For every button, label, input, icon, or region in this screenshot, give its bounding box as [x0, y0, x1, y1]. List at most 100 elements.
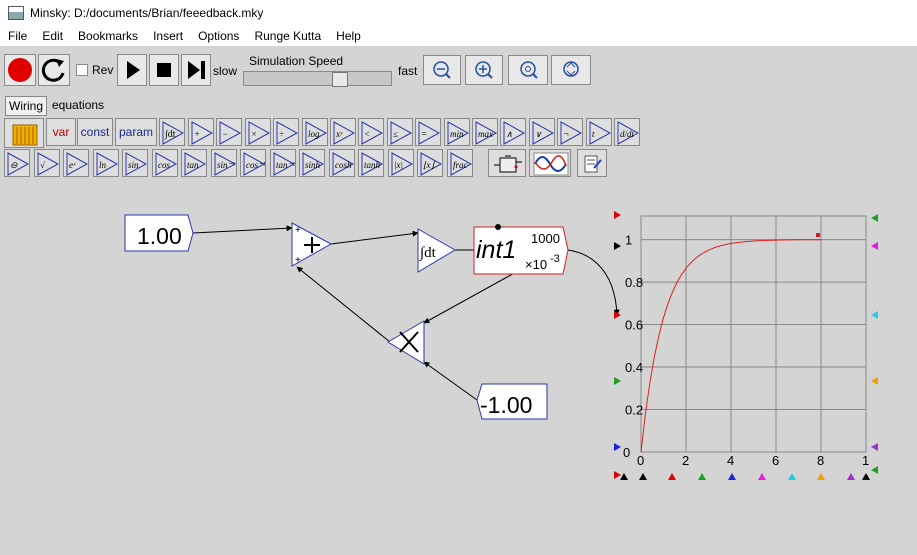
plot-port[interactable]: [614, 471, 621, 479]
floor-button[interactable]: ⌊x⌋: [417, 149, 443, 177]
sin-icon: sin: [125, 152, 148, 176]
svg-text:ln: ln: [99, 160, 107, 170]
wiring-canvas[interactable]: 1.00 + + ∫dt int1 1000 ×10 -3 -1.00 1 0.8: [0, 180, 917, 555]
constant-block-1[interactable]: 1.00: [124, 214, 194, 252]
menu-options[interactable]: Options: [190, 29, 246, 43]
plot-port[interactable]: [728, 473, 736, 480]
ln-button[interactable]: ln: [92, 149, 119, 177]
plot-port[interactable]: [847, 473, 855, 480]
switch-button[interactable]: [488, 149, 526, 177]
menu-bookmarks[interactable]: Bookmarks: [70, 29, 145, 43]
plot-widget[interactable]: 1 0.8 0.6 0.4 0.2 0 0 2 4 6 8 1: [614, 211, 878, 480]
sinh-button[interactable]: sinh: [299, 149, 325, 177]
rev-checkbox[interactable]: [76, 64, 88, 76]
menu-runge-kutta[interactable]: Runge Kutta: [246, 29, 328, 43]
wire-const-to-add[interactable]: [192, 225, 293, 234]
wire-add-to-integral[interactable]: [330, 230, 419, 245]
wire-const2-to-multiply[interactable]: [423, 361, 478, 401]
reset-button[interactable]: [38, 54, 70, 86]
zoom-in-icon: [475, 61, 493, 79]
data-button[interactable]: ⊖: [4, 149, 30, 177]
le-button[interactable]: ≤: [386, 118, 413, 146]
menu-file[interactable]: File: [0, 29, 34, 43]
asin-button[interactable]: sin⁻¹: [210, 149, 237, 177]
acos-button[interactable]: cos⁻¹: [240, 149, 266, 177]
plot-port[interactable]: [871, 242, 878, 250]
abs-button[interactable]: |x|: [387, 149, 414, 177]
plot-port[interactable]: [620, 473, 628, 480]
divide-button[interactable]: ÷: [273, 118, 300, 146]
zoom-in-button[interactable]: [465, 55, 503, 85]
time-button[interactable]: t: [585, 118, 612, 146]
lt-button[interactable]: <: [358, 118, 385, 146]
or-button[interactable]: ∨: [528, 118, 555, 146]
pow-button[interactable]: xʸ: [330, 118, 356, 146]
atan-button[interactable]: tan⁻¹: [269, 149, 296, 177]
log-button[interactable]: log: [301, 118, 328, 146]
plot-port[interactable]: [862, 473, 870, 480]
menu-insert[interactable]: Insert: [145, 29, 190, 43]
var-button[interactable]: var: [46, 118, 76, 146]
plot-port[interactable]: [614, 311, 621, 319]
min-button[interactable]: min: [443, 118, 470, 146]
constant-block-2[interactable]: -1.00: [476, 383, 548, 420]
plot-port[interactable]: [871, 311, 878, 319]
tanh-button[interactable]: tanh: [358, 149, 384, 177]
plot-port[interactable]: [614, 242, 621, 250]
plot-port[interactable]: [758, 473, 766, 480]
plot-port[interactable]: [871, 377, 878, 385]
note-button[interactable]: [577, 149, 607, 177]
plot-port[interactable]: [614, 377, 621, 385]
plot-button[interactable]: [529, 149, 571, 177]
subtract-button[interactable]: −: [216, 118, 243, 146]
plot-port[interactable]: [614, 211, 621, 219]
param-button[interactable]: param: [115, 118, 157, 146]
plot-port[interactable]: [698, 473, 706, 480]
sqrt-button[interactable]: √: [33, 149, 60, 177]
menu-edit[interactable]: Edit: [34, 29, 70, 43]
eq-button[interactable]: =: [415, 118, 442, 146]
plot-port[interactable]: [639, 473, 647, 480]
speed-slider-thumb[interactable]: [331, 72, 348, 87]
sin-button[interactable]: sin: [122, 149, 148, 177]
derivative-button[interactable]: d/dt: [614, 118, 640, 146]
stop-button[interactable]: [149, 54, 179, 86]
godley-table-button[interactable]: [4, 118, 44, 148]
add-button[interactable]: +: [188, 118, 214, 146]
cos-button[interactable]: cos: [151, 149, 178, 177]
zoom-fit-button[interactable]: [551, 55, 591, 85]
plot-port[interactable]: [668, 473, 676, 480]
step-button[interactable]: [181, 54, 211, 86]
menu-help[interactable]: Help: [328, 29, 368, 43]
plot-port[interactable]: [614, 443, 621, 451]
plot-port[interactable]: [817, 473, 825, 480]
variable-int1[interactable]: int1 1000 ×10 -3: [473, 224, 569, 275]
multiply-button[interactable]: ×: [244, 118, 271, 146]
and-button[interactable]: ∧: [500, 118, 527, 146]
plot-port[interactable]: [871, 214, 878, 222]
speed-slider[interactable]: [243, 71, 392, 87]
tan-button[interactable]: tan: [181, 149, 207, 177]
frac-button[interactable]: frac: [446, 149, 473, 177]
integral-button[interactable]: ∫dt: [159, 118, 185, 146]
wire-multiply-to-add[interactable]: [296, 266, 391, 343]
plot-port[interactable]: [788, 473, 796, 480]
multiply-operator[interactable]: [387, 320, 425, 365]
not-button[interactable]: ¬: [557, 118, 584, 146]
zoom-reset-button[interactable]: [508, 55, 548, 85]
svg-text:cos⁻¹: cos⁻¹: [246, 160, 266, 170]
zoom-out-button[interactable]: [423, 55, 461, 85]
plot-port[interactable]: [871, 466, 878, 474]
add-operator[interactable]: + +: [291, 222, 333, 267]
integral-operator[interactable]: ∫dt: [417, 228, 456, 273]
const-button[interactable]: const: [77, 118, 113, 146]
tab-wiring[interactable]: Wiring: [5, 96, 48, 116]
cosh-button[interactable]: cosh: [328, 149, 355, 177]
record-button[interactable]: [4, 54, 36, 86]
exp-button[interactable]: eˣ: [63, 149, 89, 177]
plot-port[interactable]: [871, 443, 878, 451]
slow-label: slow: [213, 64, 238, 78]
max-button[interactable]: max: [472, 118, 498, 146]
tab-equations[interactable]: equations: [49, 96, 107, 114]
play-button[interactable]: [117, 54, 147, 86]
